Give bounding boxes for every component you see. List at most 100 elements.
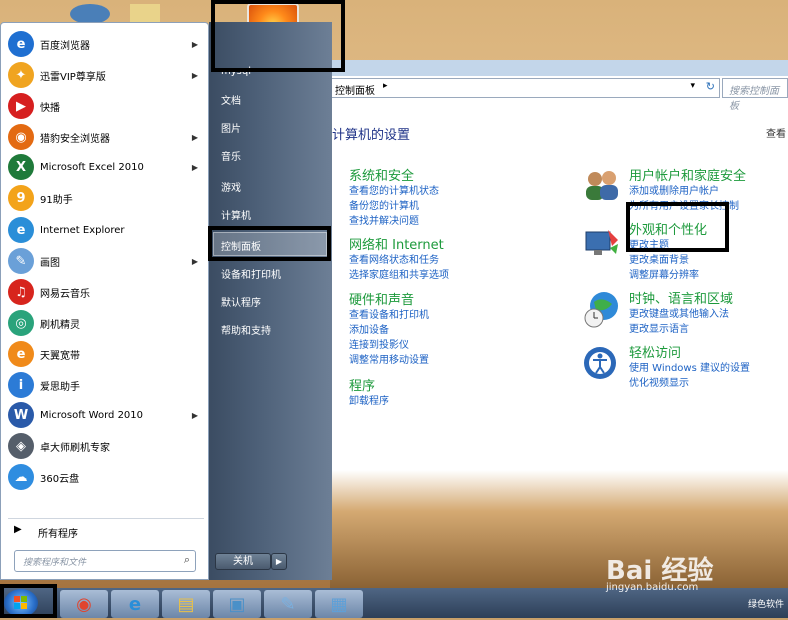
program-item[interactable]: ✦ 迅雷VIP尊享版 ▶ xyxy=(8,61,204,89)
ie-icon[interactable]: e xyxy=(111,590,159,618)
taskbar-glyph: ◉ xyxy=(76,593,92,615)
program-label: 画图 xyxy=(40,257,60,269)
category-link[interactable]: 调整屏幕分辨率 xyxy=(629,268,707,283)
category-title[interactable]: 系统和安全 xyxy=(349,165,439,184)
refresh-icon[interactable]: ↻ xyxy=(706,80,715,93)
taskbar-glyph: e xyxy=(128,593,142,615)
category-link[interactable]: 查找并解决问题 xyxy=(349,214,439,229)
category-link[interactable]: 更改键盘或其他输入法 xyxy=(629,307,733,322)
excel-icon: X xyxy=(8,154,34,180)
category-title[interactable]: 硬件和声音 xyxy=(349,289,429,308)
search-icon[interactable]: ⌕ xyxy=(184,553,190,567)
category-title[interactable]: 时钟、语言和区域 xyxy=(629,288,733,307)
program-label: 刷机精灵 xyxy=(40,319,80,331)
program-label: 快播 xyxy=(40,102,60,114)
program-item[interactable]: ✎ 画图 ▶ xyxy=(8,247,204,275)
page-title: 计算机的设置 xyxy=(332,128,411,143)
category-title[interactable]: 程序 xyxy=(349,375,389,394)
category-title[interactable]: 网络和 Internet xyxy=(349,234,449,253)
program-item[interactable]: X Microsoft Excel 2010 ▶ xyxy=(8,153,204,181)
right-item-documents[interactable]: 文档 xyxy=(221,92,241,107)
display-brush-icon xyxy=(582,226,622,260)
right-item-music[interactable]: 音乐 xyxy=(221,148,241,163)
submenu-arrow-icon[interactable]: ▶ xyxy=(192,257,198,266)
category-link[interactable]: 更改显示语言 xyxy=(629,322,733,337)
submenu-arrow-icon[interactable]: ▶ xyxy=(192,133,198,142)
program-item[interactable]: e 天翼宽带 xyxy=(8,340,204,368)
program-label: 卓大师刷机专家 xyxy=(40,442,110,454)
category-title[interactable]: 轻松访问 xyxy=(629,342,750,361)
clock-globe-icon xyxy=(582,290,622,328)
right-item-games[interactable]: 游戏 xyxy=(221,179,241,194)
address-text: 控制面板 xyxy=(335,86,375,97)
desktop-folder-icon[interactable] xyxy=(130,4,160,24)
program-item[interactable]: i 爱思助手 xyxy=(8,371,204,399)
view-by-label[interactable]: 查看 xyxy=(766,125,786,140)
program-item[interactable]: e 百度浏览器 ▶ xyxy=(8,30,204,58)
submenu-arrow-icon[interactable]: ▶ xyxy=(192,411,198,420)
breadcrumb-arrow-icon[interactable]: ▸ xyxy=(383,81,388,91)
liebao-browser-icon: ◉ xyxy=(8,124,34,150)
address-bar[interactable]: 控制面板 ▸ ▾ ↻ xyxy=(330,78,720,98)
taskbar-glyph: ▣ xyxy=(228,593,246,615)
program-item[interactable]: ☁ 360云盘 xyxy=(8,463,204,491)
right-item-pictures[interactable]: 图片 xyxy=(221,120,241,135)
file-explorer-icon[interactable]: ▤ xyxy=(162,590,210,618)
start-search-input[interactable]: 搜索程序和文件 ⌕ xyxy=(14,550,196,572)
category-link[interactable]: 卸载程序 xyxy=(349,394,389,409)
submenu-arrow-icon[interactable]: ▶ xyxy=(192,163,198,172)
category-clock-language: 时钟、语言和区域 更改键盘或其他输入法 更改显示语言 xyxy=(629,288,733,337)
category-link[interactable]: 查看设备和打印机 xyxy=(349,308,429,323)
category-link[interactable]: 调整常用移动设置 xyxy=(349,353,429,368)
category-link[interactable]: 添加或删除用户帐户 xyxy=(629,184,746,199)
right-item-devices-printers[interactable]: 设备和打印机 xyxy=(221,266,281,281)
photo-viewer-icon[interactable]: ▣ xyxy=(213,590,261,618)
address-dropdown-icon[interactable]: ▾ xyxy=(690,81,695,91)
program-item[interactable]: e Internet Explorer xyxy=(8,216,204,244)
submenu-arrow-icon[interactable]: ▶ xyxy=(192,71,198,80)
paint-icon[interactable]: ✎ xyxy=(264,590,312,618)
program-item[interactable]: ◉ 猎豹安全浏览器 ▶ xyxy=(8,123,204,151)
category-hardware-sound: 硬件和声音 查看设备和打印机 添加设备 连接到投影仪 调整常用移动设置 xyxy=(349,289,429,368)
category-link[interactable]: 选择家庭组和共享选项 xyxy=(349,268,449,283)
program-item[interactable]: W Microsoft Word 2010 ▶ xyxy=(8,401,204,429)
program-item[interactable]: ♫ 网易云音乐 xyxy=(8,278,204,306)
chrome-icon[interactable]: ◉ xyxy=(60,590,108,618)
desktop-icon[interactable] xyxy=(70,4,110,24)
taskbar-glyph: ✎ xyxy=(280,593,296,615)
program-item[interactable]: ▶ 快播 xyxy=(8,92,204,120)
zhuodashi-icon: ◈ xyxy=(8,433,34,459)
annotation-box-start-button xyxy=(0,584,57,618)
category-link[interactable]: 查看网络状态和任务 xyxy=(349,253,449,268)
all-programs-arrow-icon: ▶ xyxy=(14,524,22,535)
program-item[interactable]: 9 91助手 xyxy=(8,184,204,212)
program-item[interactable]: ◎ 刷机精灵 xyxy=(8,309,204,337)
category-link[interactable]: 查看您的计算机状态 xyxy=(349,184,439,199)
category-link[interactable]: 使用 Windows 建议的设置 xyxy=(629,361,750,376)
control-panel-search-input[interactable]: 搜索控制面板 xyxy=(722,78,788,112)
right-item-computer[interactable]: 计算机 xyxy=(221,207,251,222)
control-panel-icon[interactable]: ▦ xyxy=(315,590,363,618)
submenu-arrow-icon[interactable]: ▶ xyxy=(192,40,198,49)
category-link[interactable]: 连接到投影仪 xyxy=(349,338,429,353)
divider xyxy=(8,518,204,519)
category-title[interactable]: 用户帐户和家庭安全 xyxy=(629,165,746,184)
category-link[interactable]: 添加设备 xyxy=(349,323,429,338)
category-link[interactable]: 备份您的计算机 xyxy=(349,199,439,214)
netease-music-icon: ♫ xyxy=(8,279,34,305)
baidu-browser-icon: e xyxy=(8,31,34,57)
program-label: 天翼宽带 xyxy=(40,350,80,362)
right-item-help[interactable]: 帮助和支持 xyxy=(221,322,271,337)
all-programs-link[interactable]: 所有程序 xyxy=(38,525,78,540)
right-item-default-programs[interactable]: 默认程序 xyxy=(221,294,261,309)
category-link[interactable]: 更改桌面背景 xyxy=(629,253,707,268)
search-placeholder: 搜索程序和文件 xyxy=(23,558,87,568)
tianyi-icon: e xyxy=(8,341,34,367)
category-link[interactable]: 优化视频显示 xyxy=(629,376,750,391)
tray-text: 绿色软件 xyxy=(748,600,785,610)
program-item[interactable]: ◈ 卓大师刷机专家 xyxy=(8,432,204,460)
program-label: 360云盘 xyxy=(40,473,80,485)
kuaibo-icon: ▶ xyxy=(8,93,34,119)
shutdown-options-arrow-icon[interactable]: ▶ xyxy=(271,553,287,570)
shutdown-button[interactable]: 关机 xyxy=(215,553,271,570)
